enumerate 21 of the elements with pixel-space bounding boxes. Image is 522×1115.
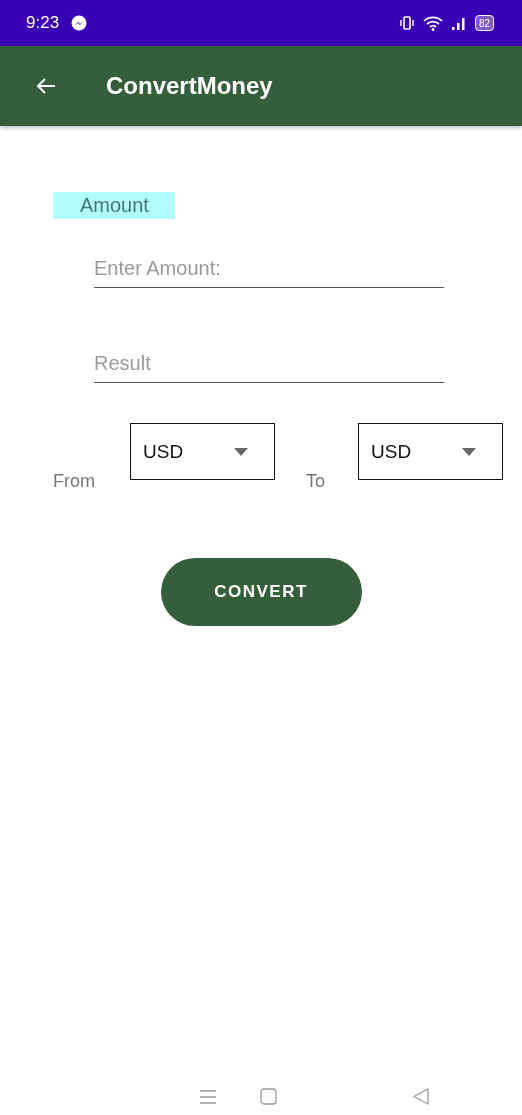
menu-icon[interactable] [199, 1089, 217, 1105]
to-currency-dropdown[interactable]: USD [358, 423, 503, 480]
result-field[interactable]: Result [94, 348, 444, 383]
home-icon[interactable] [260, 1088, 277, 1105]
from-currency-dropdown[interactable]: USD [130, 423, 275, 480]
app-title: ConvertMoney [106, 72, 273, 100]
back-nav-icon[interactable] [413, 1088, 429, 1105]
status-time: 9:23 [26, 13, 60, 33]
amount-label: Amount [53, 192, 175, 219]
back-icon[interactable] [36, 76, 56, 96]
signal-icon [450, 16, 467, 30]
convert-button[interactable]: CONVERT [160, 558, 362, 626]
from-label: From [53, 471, 95, 492]
battery-indicator: 82 [474, 15, 494, 31]
to-label: To [306, 471, 325, 492]
messenger-icon [71, 15, 88, 31]
caret-icon [234, 447, 248, 456]
wifi-icon [422, 15, 443, 31]
vibrate-icon [398, 16, 415, 30]
amount-field[interactable]: Enter Amount: [94, 253, 444, 288]
caret-icon [462, 447, 476, 456]
